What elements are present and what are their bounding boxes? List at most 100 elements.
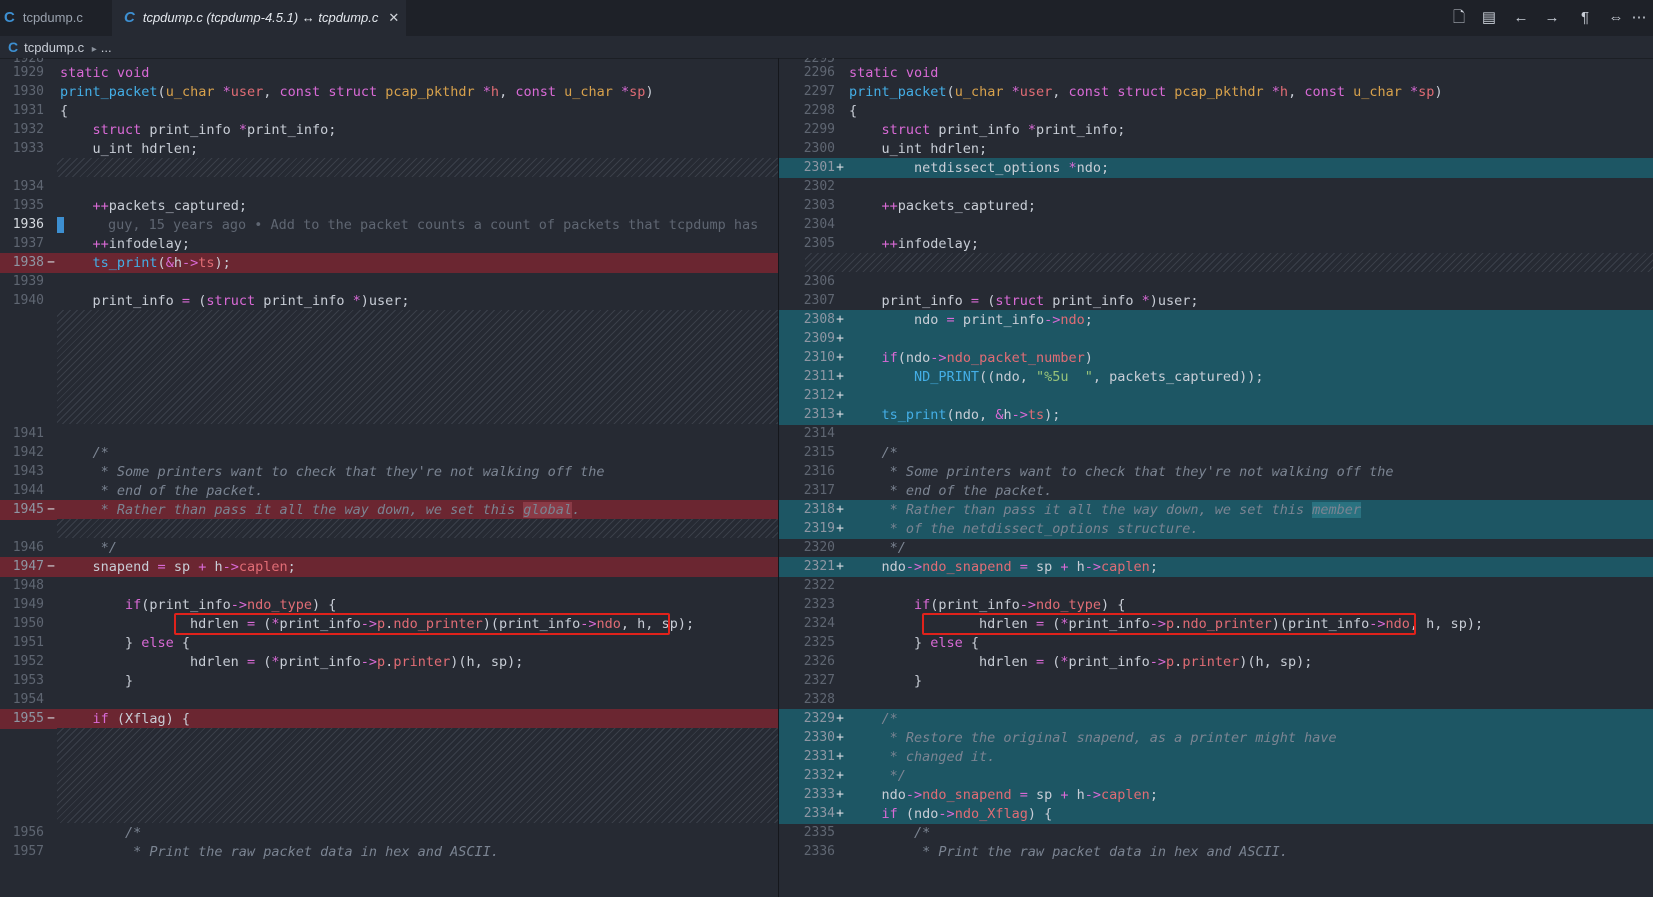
code-line[interactable]: 2303 ++packets_captured; [779,196,1653,216]
code-line[interactable]: 2320 */ [779,538,1653,558]
code-line[interactable]: 1951 } else { [0,633,778,653]
tab-diff-tcpdump-c[interactable]: Ctcpdump.c (tcpdump-4.5.1) ↔ tcpdump.c ✕ [112,0,406,36]
open-changes-icon[interactable]: ▤ [1478,0,1500,36]
removed-line[interactable]: 1938− ts_print(&h->ts); [0,253,778,273]
added-line[interactable]: 2308 + ndo = print_info->ndo; [779,310,1653,330]
code-line[interactable]: 2298 { [779,101,1653,121]
added-line[interactable]: 2321 + ndo->ndo_snapend = sp + h->caplen; [779,557,1653,577]
code-line[interactable]: 1929 static void [0,63,778,83]
whitespace-icon[interactable]: ¶ [1574,0,1596,36]
code-line[interactable]: 1948 [0,576,778,596]
added-line[interactable]: 2318 + * Rather than pass it all the way … [779,500,1653,520]
code-line[interactable]: 2325 } else { [779,633,1653,653]
code-line[interactable]: 1949 if(print_info->ndo_type) { [0,595,778,615]
line-number: 1957 [12,844,44,859]
line-number: 2313 [803,407,835,422]
code-line[interactable]: 2299 struct print_info *print_info; [779,120,1653,140]
previous-change-icon[interactable]: ← [1510,0,1532,36]
code-line[interactable]: 1954 [0,690,778,710]
code-line[interactable]: 1950 hdrlen = (*print_info->p.ndo_printe… [0,613,778,635]
more-icon[interactable]: ⋯ [1628,0,1650,36]
breadcrumb-file[interactable]: tcpdump.c [24,40,84,55]
code-line[interactable]: 1939 [0,272,778,292]
code-line[interactable]: 2305 ++infodelay; [779,234,1653,254]
code-line[interactable]: 2336 * Print the raw packet data in hex … [779,842,1653,862]
code-line[interactable]: 1944 * end of the packet. [0,481,778,501]
code-line[interactable]: 2335 /* [779,823,1653,843]
line-number: 2334 [803,806,835,821]
code-line[interactable]: 1930 print_packet(u_char *user, const str… [0,82,778,102]
code-text: */ [849,768,906,784]
tab-tcpdump-c[interactable]: Ctcpdump.c [0,0,112,36]
added-line[interactable]: 2333 + ndo->ndo_snapend = sp + h->caplen; [779,785,1653,805]
code-line[interactable]: 2326 hdrlen = (*print_info->p.printer)(h… [779,652,1653,672]
code-line[interactable]: 2296 static void [779,63,1653,83]
code-line[interactable]: 2300 u_int hdrlen; [779,139,1653,159]
code-line[interactable]: 1935 ++packets_captured; [0,196,778,216]
added-line[interactable]: 2309 + [779,329,1653,349]
code-line[interactable]: 1940 print_info = (struct print_info *)u… [0,291,778,311]
added-line[interactable]: 2310 + if(ndo->ndo_packet_number) [779,348,1653,368]
code-line[interactable]: 2304 [779,215,1653,235]
code-line[interactable]: 1956 /* [0,823,778,843]
line-number: 1935 [12,198,44,213]
added-line[interactable]: 2311 + ND_PRINT((ndo, "%5u ", packets_cap… [779,367,1653,387]
code-line[interactable]: 2307 print_info = (struct print_info *)u… [779,291,1653,311]
line-number: 2315 [803,445,835,460]
code-line[interactable]: 1937 ++infodelay; [0,234,778,254]
code-line[interactable]: 2306 [779,272,1653,292]
diff-modified-pane[interactable]: 2295 2296 static void 2297 print_packet(u_ch… [779,58,1653,897]
highlight-box [174,613,670,635]
code-line[interactable]: 2316 * Some printers want to check that … [779,462,1653,482]
code-line[interactable]: 2327 } [779,671,1653,691]
close-icon[interactable]: ✕ [388,10,399,25]
code-line[interactable]: 1943 * Some printers want to check that … [0,462,778,482]
code-line[interactable]: 1957 * Print the raw packet data in hex … [0,842,778,862]
plus-icon: + [836,711,844,726]
code-text: * end of the packet. [849,483,1053,499]
open-file-icon[interactable]: 🗋 [1448,0,1470,36]
added-line[interactable]: 2334 + if (ndo->ndo_Xflag) { [779,804,1653,824]
code-line[interactable]: 2317 * end of the packet. [779,481,1653,501]
code-line[interactable]: 1941 [0,424,778,444]
code-line[interactable]: 1932 struct print_info *print_info; [0,120,778,140]
code-line[interactable]: 2328 [779,690,1653,710]
code-line[interactable]: 1934 [0,177,778,197]
added-line[interactable]: 2319 + * of the netdissect_options struct… [779,519,1653,539]
line-number: 1941 [12,426,44,441]
added-line[interactable]: 2312 + [779,386,1653,406]
code-line[interactable]: 2322 [779,576,1653,596]
code-line[interactable]: 2324 hdrlen = (*print_info->p.ndo_printe… [779,613,1653,635]
git-blame-annotation[interactable]: guy, 15 years ago • Add to the packet co… [108,215,758,235]
code-line[interactable]: 1936 guy, 15 years ago • Add to the packe… [0,215,778,235]
line-number: 1954 [12,692,44,707]
code-line[interactable]: 1931 { [0,101,778,121]
added-line[interactable]: 2330 + * Restore the original snapend, as… [779,728,1653,748]
added-line[interactable]: 2329 + /* [779,709,1653,729]
removed-line[interactable]: 1955− if (Xflag) { [0,709,778,729]
breadcrumb-symbol[interactable]: ... [101,40,112,55]
code-line[interactable]: 2302 [779,177,1653,197]
code-line[interactable]: 2315 /* [779,443,1653,463]
removed-line[interactable]: 1945− * Rather than pass it all the way … [0,500,778,520]
next-change-icon[interactable]: → [1541,0,1563,36]
code-text: ++infodelay; [881,236,980,252]
code-line[interactable]: 1952 hdrlen = (*print_info->p.printer)(h… [0,652,778,672]
added-line[interactable]: 2313 + ts_print(ndo, &h->ts); [779,405,1653,425]
code-line[interactable]: 2297 print_packet(u_char *user, const str… [779,82,1653,102]
code-line[interactable]: 1942 /* [0,443,778,463]
inline-view-icon[interactable]: ⇔ [1605,0,1627,36]
code-line[interactable]: 2323 if(print_info->ndo_type) { [779,595,1653,615]
code-text: * of the netdissect_options structure. [849,521,1199,537]
added-line[interactable]: 2301 + netdissect_options *ndo; [779,158,1653,178]
plus-icon: + [836,787,844,802]
code-line[interactable]: 2314 [779,424,1653,444]
added-line[interactable]: 2331 + * changed it. [779,747,1653,767]
removed-line[interactable]: 1947− snapend = sp + h->caplen; [0,557,778,577]
diff-original-pane[interactable]: 1928 1929 static void 1930 print_packet(u_ch… [0,58,778,897]
code-line[interactable]: 1933 u_int hdrlen; [0,139,778,159]
added-line[interactable]: 2332 + */ [779,766,1653,786]
code-line[interactable]: 1946 */ [0,538,778,558]
line-number: 1929 [12,65,44,80]
code-line[interactable]: 1953 } [0,671,778,691]
